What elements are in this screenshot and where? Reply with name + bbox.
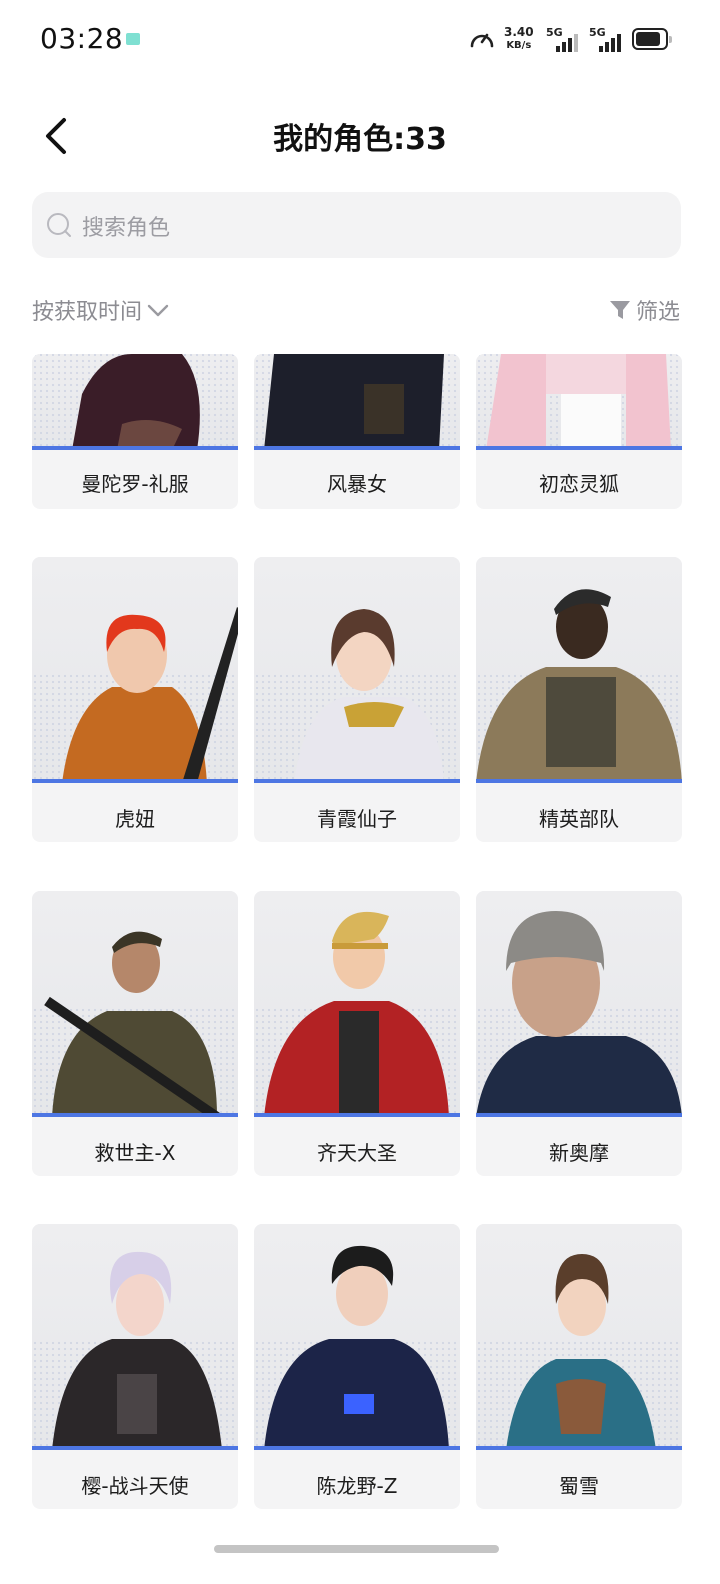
character-portrait bbox=[32, 557, 238, 783]
character-portrait bbox=[32, 891, 238, 1117]
character-name: 曼陀罗-礼服 bbox=[81, 472, 189, 496]
battery-icon bbox=[632, 28, 672, 50]
search-icon bbox=[47, 213, 71, 237]
character-name: 精英部队 bbox=[539, 807, 619, 831]
character-portrait bbox=[476, 354, 682, 450]
character-card[interactable]: 齐天大圣 bbox=[254, 891, 460, 1176]
sort-label: 按获取时间 bbox=[32, 300, 143, 325]
character-name: 虎妞 bbox=[115, 807, 155, 831]
character-portrait bbox=[254, 354, 460, 450]
filter-button[interactable]: 筛选 bbox=[608, 294, 680, 326]
character-name: 救世主-X bbox=[94, 1141, 176, 1165]
signal-strength-2-icon: 5G bbox=[589, 26, 629, 52]
filter-label: 筛选 bbox=[635, 300, 680, 325]
character-portrait bbox=[476, 891, 682, 1117]
character-card[interactable]: 虎妞 bbox=[32, 557, 238, 842]
search-placeholder: 搜索角色 bbox=[82, 216, 171, 241]
character-name: 樱-战斗天使 bbox=[81, 1474, 189, 1498]
network-speed-value: 3.40 bbox=[504, 25, 534, 39]
chevron-down-icon bbox=[147, 304, 169, 317]
character-card[interactable]: 曼陀罗-礼服 bbox=[32, 354, 238, 509]
character-portrait bbox=[254, 1224, 460, 1450]
character-card[interactable]: 风暴女 bbox=[254, 354, 460, 509]
character-name: 初恋灵狐 bbox=[539, 472, 619, 496]
status-time: 03:28 bbox=[40, 22, 124, 55]
character-grid: 曼陀罗-礼服 风暴女 初恋灵狐 虎妞 青霞仙子 精英部队 救世主-X 齐天大圣 … bbox=[0, 354, 720, 1534]
character-portrait bbox=[476, 1224, 682, 1450]
character-card[interactable]: 新奥摩 bbox=[476, 891, 682, 1176]
signal-strength-1-icon: 5G bbox=[546, 26, 586, 52]
status-bar: 03:28 3.40 KB/s 5G 5G bbox=[0, 0, 720, 80]
character-name: 青霞仙子 bbox=[317, 807, 397, 831]
character-card[interactable]: 樱-战斗天使 bbox=[32, 1224, 238, 1509]
network-speed: 3.40 KB/s bbox=[504, 26, 534, 52]
speedometer-icon bbox=[470, 33, 494, 48]
character-card[interactable]: 蜀雪 bbox=[476, 1224, 682, 1509]
sort-dropdown[interactable]: 按获取时间 bbox=[32, 294, 170, 326]
character-card[interactable]: 陈龙野-Z bbox=[254, 1224, 460, 1509]
character-card[interactable]: 救世主-X bbox=[32, 891, 238, 1176]
character-portrait bbox=[32, 354, 238, 450]
character-card[interactable]: 初恋灵狐 bbox=[476, 354, 682, 509]
network-speed-unit: KB/s bbox=[506, 40, 532, 51]
app-notification-icon bbox=[126, 33, 140, 45]
character-name: 陈龙野-Z bbox=[316, 1474, 398, 1498]
filter-icon bbox=[609, 301, 630, 319]
character-portrait bbox=[254, 891, 460, 1117]
page-title: 我的角色:33 bbox=[273, 122, 447, 157]
search-input[interactable]: 搜索角色 bbox=[32, 192, 681, 258]
character-name: 蜀雪 bbox=[559, 1474, 599, 1498]
character-portrait bbox=[476, 557, 682, 783]
character-name: 风暴女 bbox=[327, 472, 387, 496]
character-card[interactable]: 青霞仙子 bbox=[254, 557, 460, 842]
character-portrait bbox=[32, 1224, 238, 1450]
character-card[interactable]: 精英部队 bbox=[476, 557, 682, 842]
home-indicator[interactable] bbox=[214, 1545, 499, 1553]
character-name: 新奥摩 bbox=[549, 1141, 609, 1165]
character-portrait bbox=[254, 557, 460, 783]
character-name: 齐天大圣 bbox=[317, 1141, 397, 1165]
